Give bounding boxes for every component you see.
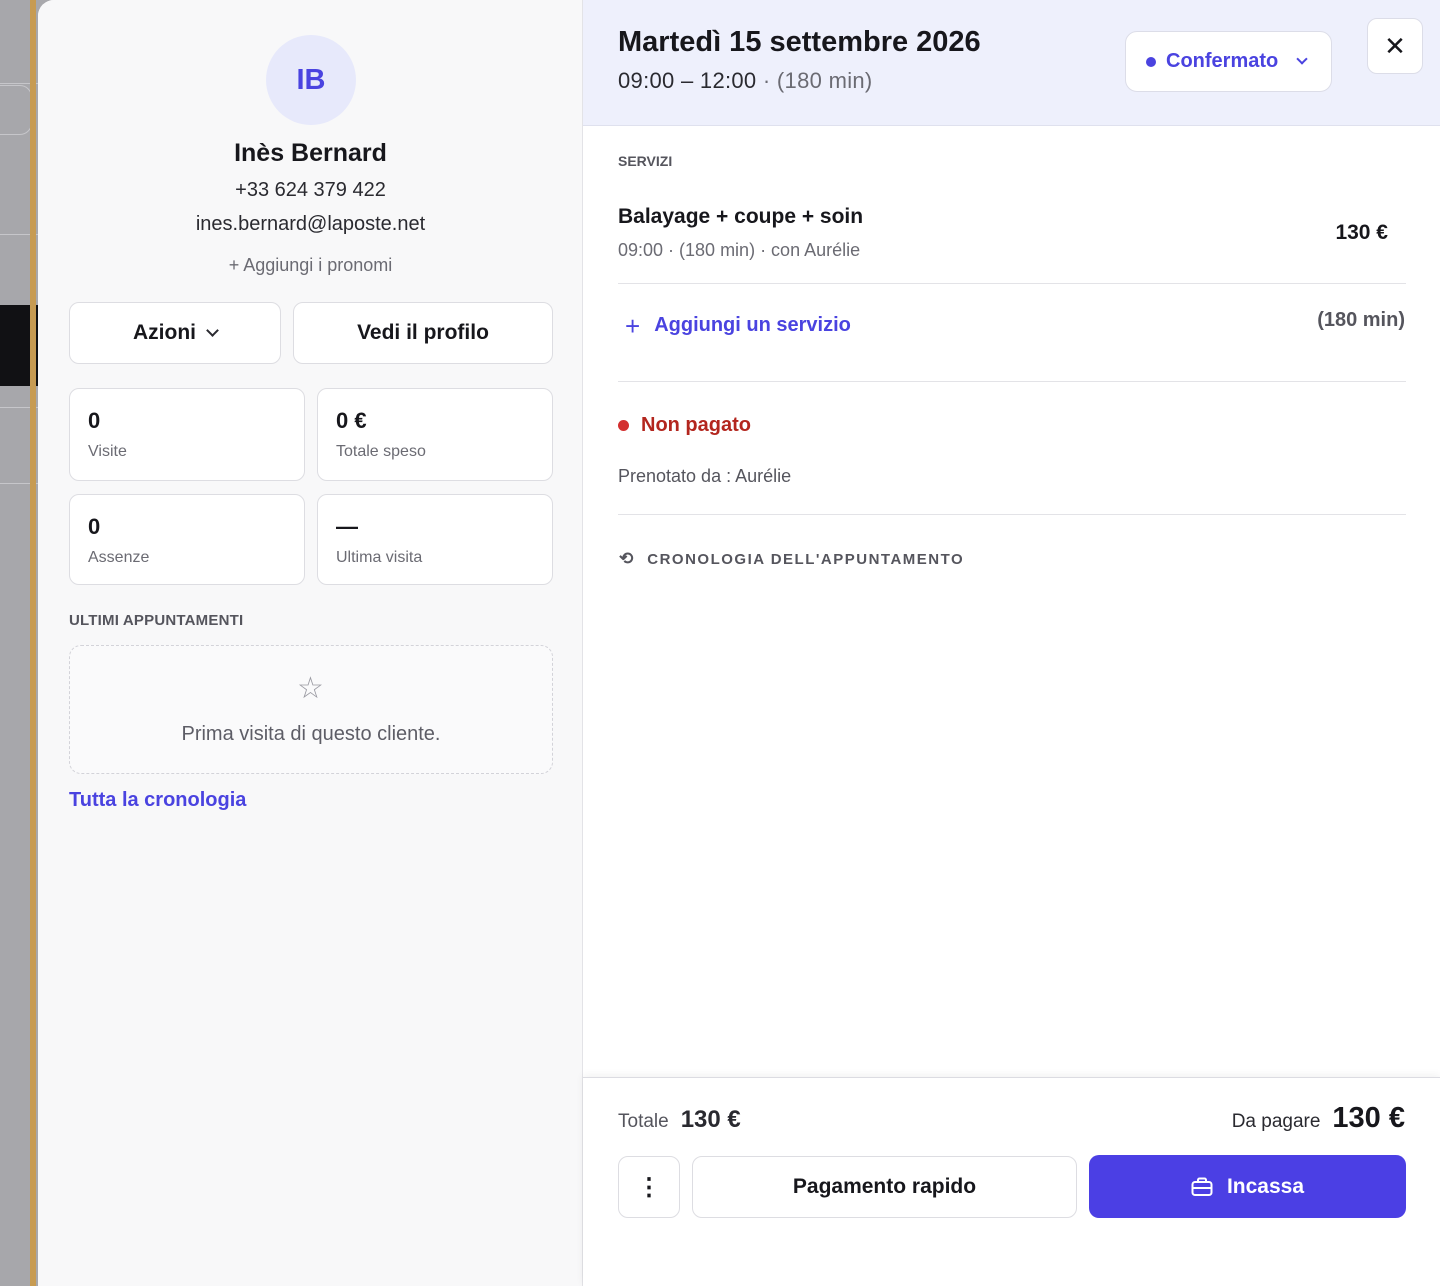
- view-profile-button[interactable]: Vedi il profilo: [293, 302, 553, 364]
- stat-card-absences: 0 Assenze: [69, 494, 305, 585]
- quick-payment-button[interactable]: Pagamento rapido: [692, 1156, 1077, 1218]
- checkout-label: Incassa: [1226, 1174, 1305, 1198]
- stat-value: 0: [88, 514, 101, 539]
- close-icon: ✕: [1384, 30, 1406, 61]
- status-dot-icon: [1146, 56, 1156, 67]
- service-price: 130 €: [1335, 221, 1388, 244]
- client-email: ines.bernard@laposte.net: [195, 213, 426, 235]
- more-vertical-icon: ⋮: [637, 1173, 661, 1201]
- appointment-time: 09:00 – 12:00 · (180 min): [618, 68, 873, 94]
- appointment-panel: Martedì 15 settembre 2026 09:00 – 12:00 …: [583, 0, 1440, 1286]
- bg-accent-bar: [30, 0, 36, 1286]
- empty-message: Prima visita di questo cliente.: [181, 723, 441, 745]
- divider: [618, 381, 1406, 382]
- client-name: Inès Bernard: [234, 139, 387, 167]
- booked-by: Prenotato da : Aurélie: [618, 466, 792, 486]
- stat-label: Assenze: [88, 549, 150, 566]
- more-options-button[interactable]: ⋮: [618, 1156, 680, 1218]
- due-value: 130 €: [1332, 1102, 1405, 1134]
- recent-appointments-empty: ☆ Prima visita di questo cliente.: [69, 645, 553, 774]
- divider: [618, 283, 1406, 284]
- divider: [618, 514, 1406, 515]
- bg-control: [0, 85, 32, 135]
- background-app: [0, 0, 40, 1286]
- total-value: 130 €: [680, 1106, 741, 1133]
- actions-button[interactable]: Azioni: [69, 302, 281, 364]
- stat-value: 0: [88, 408, 101, 433]
- avatar: IB: [266, 35, 356, 125]
- close-button[interactable]: ✕: [1367, 18, 1423, 74]
- appointment-date: Martedì 15 settembre 2026: [618, 26, 981, 58]
- chevron-down-icon: [1296, 53, 1308, 65]
- full-history-link[interactable]: Tutta la cronologia: [69, 789, 246, 812]
- recent-appointments-title: ULTIMI APPUNTAMENTI: [69, 612, 244, 629]
- stat-label: Totale speso: [336, 443, 426, 460]
- payment-status: Non pagato: [618, 414, 751, 437]
- stat-card-last-visit: — Ultima visita: [317, 494, 553, 585]
- stat-label: Ultima visita: [336, 549, 423, 566]
- payment-footer: Totale 130 € Da pagare 130 € ⋮ Pagamento…: [583, 1077, 1440, 1286]
- appointment-header: Martedì 15 settembre 2026 09:00 – 12:00 …: [583, 0, 1440, 126]
- appointment-history-toggle[interactable]: ⟲ CRONOLOGIA DELL'APPUNTAMENTO: [619, 549, 964, 569]
- plus-icon: +: [625, 310, 641, 341]
- status-dropdown[interactable]: Confermato: [1125, 31, 1332, 92]
- stat-card-visits: 0 Visite: [69, 388, 305, 481]
- stat-value: —: [336, 514, 358, 539]
- appointment-modal: IB Inès Bernard +33 624 379 422 ines.ber…: [38, 0, 1440, 1286]
- history-icon: ⟲: [619, 549, 634, 568]
- status-label: Confermato: [1166, 50, 1279, 72]
- stat-label: Visite: [88, 443, 127, 460]
- unpaid-dot-icon: [618, 420, 629, 431]
- chevron-down-icon: [206, 324, 219, 337]
- total-summary: Totale 130 €: [618, 1106, 741, 1134]
- service-meta: 09:00 · (180 min) · con Aurélie: [618, 240, 861, 260]
- total-label: Totale: [618, 1111, 669, 1132]
- services-title: SERVIZI: [618, 153, 673, 169]
- stat-card-total-spent: 0 € Totale speso: [317, 388, 553, 481]
- client-phone: +33 624 379 422: [235, 179, 386, 201]
- total-duration: (180 min): [1317, 309, 1405, 331]
- appointment-history-label: CRONOLOGIA DELL'APPUNTAMENTO: [647, 550, 965, 568]
- add-service-label: Aggiungi un servizio: [654, 314, 851, 336]
- due-summary: Da pagare 130 €: [1232, 1102, 1405, 1135]
- stat-value: 0 €: [336, 408, 367, 433]
- actions-label: Azioni: [133, 321, 196, 344]
- time-range: 09:00 – 12:00: [618, 68, 757, 93]
- payment-status-label: Non pagato: [641, 414, 751, 436]
- star-icon: ☆: [297, 672, 324, 705]
- due-label: Da pagare: [1231, 1111, 1321, 1132]
- time-duration: · (180 min): [762, 68, 873, 93]
- service-name[interactable]: Balayage + coupe + soin: [618, 205, 863, 229]
- add-service-button[interactable]: + Aggiungi un servizio: [625, 310, 851, 341]
- client-panel: IB Inès Bernard +33 624 379 422 ines.ber…: [38, 0, 583, 1286]
- register-icon: [1191, 1177, 1213, 1196]
- add-pronouns-link[interactable]: + Aggiungi i pronomi: [38, 255, 583, 276]
- checkout-button[interactable]: Incassa: [1089, 1155, 1406, 1218]
